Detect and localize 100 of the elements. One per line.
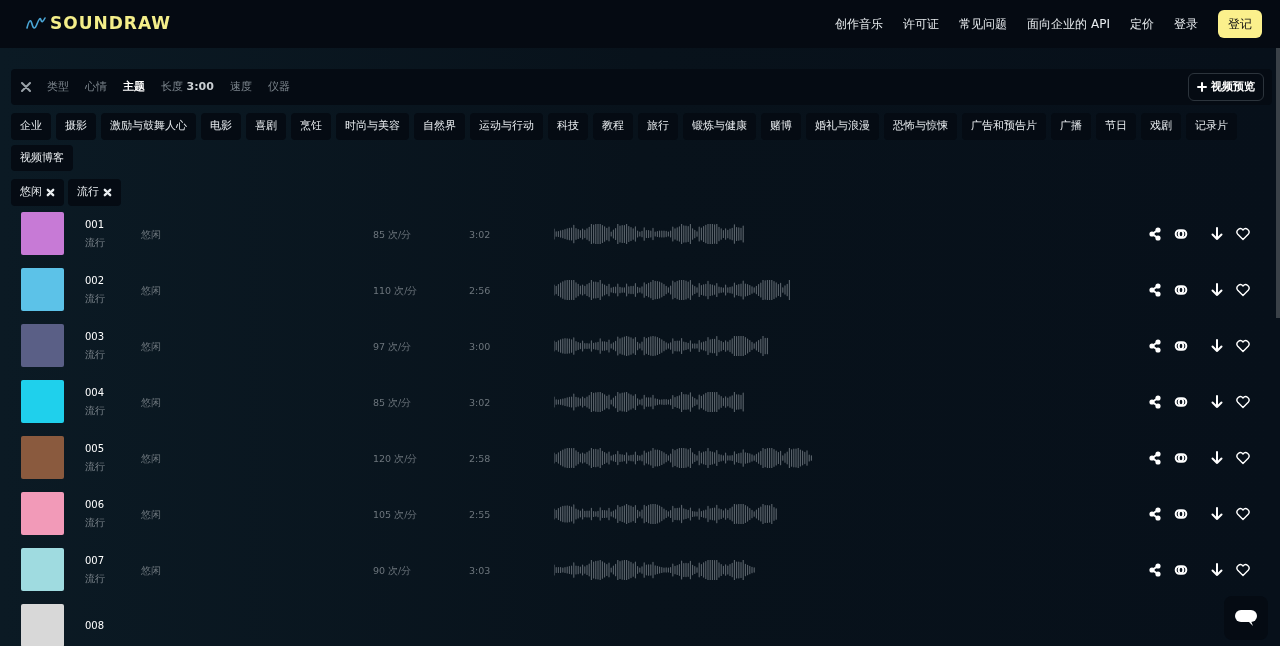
track-duration: 3:02	[469, 396, 491, 408]
link-icon[interactable]	[1174, 450, 1188, 465]
share-icon[interactable]	[1148, 282, 1162, 297]
download-icon[interactable]	[1210, 450, 1224, 465]
track-tempo: 97 次/分	[373, 340, 412, 352]
filter-tab[interactable]: 速度	[225, 78, 256, 96]
active-filter-chip[interactable]: 悠闲	[11, 179, 64, 206]
category-chip[interactable]: 记录片	[1186, 113, 1237, 140]
share-icon[interactable]	[1148, 338, 1162, 353]
category-chip[interactable]: 节日	[1096, 113, 1136, 140]
heart-icon[interactable]	[1236, 282, 1250, 297]
track-tempo: 105 次/分	[373, 508, 418, 520]
waveform-drawing[interactable]	[554, 447, 812, 468]
heart-icon[interactable]	[1236, 226, 1250, 241]
heart-icon[interactable]	[1236, 450, 1250, 465]
download-icon[interactable]	[1210, 562, 1224, 577]
active-filter-chip[interactable]: 流行	[68, 179, 121, 206]
track-tempo: 120 次/分	[373, 452, 418, 464]
track-tempo: 90 次/分	[373, 564, 412, 576]
track-mood: 悠闲	[141, 396, 161, 408]
download-icon[interactable]	[1210, 282, 1224, 297]
nav-link[interactable]: 许可证	[903, 15, 940, 33]
category-chip[interactable]: 广告和预告片	[962, 113, 1046, 140]
chat-button[interactable]	[1224, 596, 1268, 640]
waveform-drawing[interactable]	[554, 391, 744, 412]
category-chip[interactable]: 锻炼与健康	[683, 113, 756, 140]
link-icon[interactable]	[1174, 282, 1188, 297]
track-genre: 流行	[85, 291, 106, 306]
heart-icon[interactable]	[1236, 394, 1250, 409]
category-chip[interactable]: 自然界	[414, 113, 465, 140]
download-icon[interactable]	[1210, 394, 1224, 409]
category-chip[interactable]: 喜剧	[246, 113, 286, 140]
link-icon[interactable]	[1174, 226, 1188, 241]
track-tempo: 85 次/分	[373, 228, 412, 240]
close-icon[interactable]	[21, 82, 31, 92]
filter-tab[interactable]: 主题	[119, 78, 149, 96]
category-chip[interactable]: 摄影	[56, 113, 96, 140]
category-chip[interactable]: 视频博客	[11, 144, 73, 171]
filter-tab[interactable]: 心情	[81, 78, 111, 96]
waveform-drawing[interactable]	[554, 335, 768, 356]
track-number: 008	[85, 619, 106, 633]
category-chip[interactable]: 广播	[1051, 113, 1091, 140]
waveform-drawing[interactable]	[554, 503, 778, 524]
link-icon[interactable]	[1174, 338, 1188, 353]
category-chip[interactable]: 激励与鼓舞人心	[101, 113, 196, 140]
nav-link[interactable]: 登录	[1174, 15, 1198, 33]
track-number: 002	[85, 273, 106, 288]
filter-tab[interactable]: 长度 3:00	[157, 78, 218, 96]
track-genre: 流行	[85, 515, 106, 530]
category-chip[interactable]: 电影	[201, 113, 241, 140]
download-icon[interactable]	[1210, 226, 1224, 241]
link-icon[interactable]	[1174, 506, 1188, 521]
category-chip[interactable]: 时尚与美容	[336, 113, 409, 140]
waveform-drawing[interactable]	[554, 559, 756, 580]
track-number: 004	[85, 385, 106, 400]
track-mood: 悠闲	[141, 284, 161, 296]
track-number: 005	[85, 441, 106, 456]
nav-link[interactable]: 定价	[1130, 15, 1154, 33]
heart-icon[interactable]	[1236, 562, 1250, 577]
category-chip[interactable]: 教程	[593, 113, 633, 140]
track-duration: 2:58	[469, 452, 491, 464]
filter-tab[interactable]: 类型	[43, 78, 73, 96]
signup-button[interactable]: 登记	[1218, 10, 1262, 38]
video-preview-button[interactable]: 视频预览	[1188, 72, 1264, 102]
category-chip[interactable]: 运动与行动	[470, 113, 543, 140]
download-icon[interactable]	[1210, 338, 1224, 353]
nav-link[interactable]: 面向企业的 API	[1027, 15, 1110, 33]
category-chip[interactable]: 烹饪	[291, 113, 331, 140]
category-chip[interactable]: 赌博	[761, 113, 801, 140]
filter-tab[interactable]: 仪器	[263, 78, 294, 96]
track-number: 007	[85, 553, 106, 568]
share-icon[interactable]	[1148, 506, 1162, 521]
waveform-drawing[interactable]	[554, 279, 790, 300]
category-chip[interactable]: 企业	[11, 113, 51, 140]
remove-icon	[103, 187, 112, 197]
share-icon[interactable]	[1148, 226, 1162, 241]
waveform-drawing[interactable]	[554, 223, 744, 244]
track-duration: 3:03	[469, 564, 491, 576]
heart-icon[interactable]	[1236, 338, 1250, 353]
logo-wave-icon	[26, 16, 46, 32]
category-chip[interactable]: 恐怖与惊悚	[884, 113, 957, 140]
category-chip[interactable]: 婚礼与浪漫	[806, 113, 879, 140]
track-duration: 2:55	[469, 508, 491, 520]
download-icon[interactable]	[1210, 506, 1224, 521]
scrollbar-thumb[interactable]	[1276, 48, 1280, 318]
link-icon[interactable]	[1174, 394, 1188, 409]
track-duration: 3:02	[469, 228, 491, 240]
share-icon[interactable]	[1148, 562, 1162, 577]
category-chip[interactable]: 戏剧	[1141, 113, 1181, 140]
share-icon[interactable]	[1148, 394, 1162, 409]
heart-icon[interactable]	[1236, 506, 1250, 521]
track-duration: 3:00	[469, 340, 491, 352]
track-tempo: 110 次/分	[373, 284, 418, 296]
category-chip[interactable]: 科技	[548, 113, 588, 140]
nav-link[interactable]: 常见问题	[959, 15, 1008, 33]
share-icon[interactable]	[1148, 450, 1162, 465]
track-mood: 悠闲	[141, 452, 161, 464]
nav-link[interactable]: 创作音乐	[835, 15, 884, 33]
link-icon[interactable]	[1174, 562, 1188, 577]
category-chip[interactable]: 旅行	[638, 113, 678, 140]
